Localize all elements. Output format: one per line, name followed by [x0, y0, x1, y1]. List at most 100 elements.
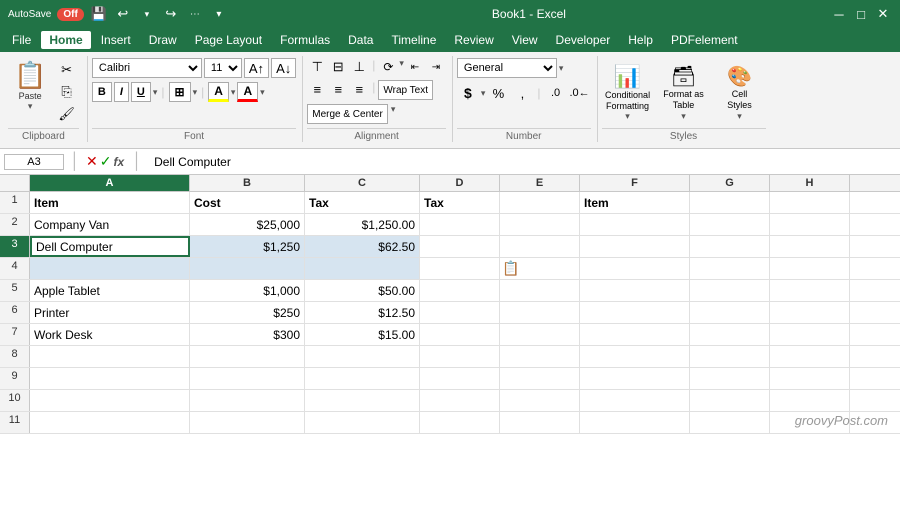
- cell-e8[interactable]: [500, 346, 580, 367]
- cell-h9[interactable]: [770, 368, 850, 389]
- cell-e10[interactable]: [500, 390, 580, 411]
- cell-b6[interactable]: $250: [190, 302, 305, 323]
- cell-c5[interactable]: $50.00: [305, 280, 420, 301]
- formula-input[interactable]: [150, 155, 896, 169]
- cell-f1[interactable]: Item: [580, 192, 690, 213]
- cell-f6[interactable]: [580, 302, 690, 323]
- indent-increase-button[interactable]: ⇥: [426, 58, 446, 76]
- cell-f7[interactable]: [580, 324, 690, 345]
- cut-button[interactable]: ✂: [54, 60, 79, 80]
- cell-a4[interactable]: [30, 258, 190, 279]
- confirm-formula-icon[interactable]: ✓: [100, 153, 112, 170]
- row-num-8[interactable]: 8: [0, 346, 30, 367]
- cell-e5[interactable]: [500, 280, 580, 301]
- cell-e11[interactable]: [500, 412, 580, 433]
- fill-color-button[interactable]: A: [208, 82, 229, 102]
- cell-reference-input[interactable]: A3: [4, 154, 64, 170]
- col-header-c[interactable]: C: [305, 175, 420, 191]
- menu-home[interactable]: Home: [41, 31, 90, 49]
- cell-a10[interactable]: [30, 390, 190, 411]
- cell-a11[interactable]: [30, 412, 190, 433]
- cell-d2[interactable]: [420, 214, 500, 235]
- cell-g9[interactable]: [690, 368, 770, 389]
- cell-e6[interactable]: [500, 302, 580, 323]
- font-family-select[interactable]: Calibri: [92, 58, 202, 78]
- cell-d7[interactable]: [420, 324, 500, 345]
- cell-b9[interactable]: [190, 368, 305, 389]
- cell-h3[interactable]: [770, 236, 850, 257]
- row-num-10[interactable]: 10: [0, 390, 30, 411]
- cell-f4[interactable]: [580, 258, 690, 279]
- paste-button[interactable]: 📋 Paste ▾: [8, 56, 52, 116]
- cell-h8[interactable]: [770, 346, 850, 367]
- row-num-9[interactable]: 9: [0, 368, 30, 389]
- cell-g6[interactable]: [690, 302, 770, 323]
- increase-font-button[interactable]: A↑: [244, 58, 269, 78]
- conditional-formatting-button[interactable]: 📊 ConditionalFormatting ▾: [602, 62, 654, 125]
- decrease-decimal-button[interactable]: .0←: [569, 84, 591, 102]
- border-dropdown[interactable]: ▾: [193, 87, 198, 98]
- cell-g7[interactable]: [690, 324, 770, 345]
- copy-button[interactable]: ⎘: [54, 82, 79, 102]
- cell-c3[interactable]: $62.50: [305, 236, 420, 257]
- cell-c11[interactable]: [305, 412, 420, 433]
- cell-b11[interactable]: [190, 412, 305, 433]
- col-header-d[interactable]: D: [420, 175, 500, 191]
- menu-view[interactable]: View: [504, 31, 546, 49]
- menu-developer[interactable]: Developer: [548, 31, 619, 49]
- cell-c6[interactable]: $12.50: [305, 302, 420, 323]
- cell-b7[interactable]: $300: [190, 324, 305, 345]
- col-header-h[interactable]: H: [770, 175, 850, 191]
- cell-h2[interactable]: [770, 214, 850, 235]
- col-header-g[interactable]: G: [690, 175, 770, 191]
- align-center-button[interactable]: ≡: [328, 80, 348, 98]
- cell-h4[interactable]: [770, 258, 850, 279]
- fill-dropdown[interactable]: ▾: [231, 87, 236, 98]
- number-format-select[interactable]: General: [457, 58, 557, 78]
- menu-data[interactable]: Data: [340, 31, 381, 49]
- percent-button[interactable]: %: [487, 84, 509, 102]
- underline-dropdown[interactable]: ▾: [153, 87, 158, 98]
- cell-e9[interactable]: [500, 368, 580, 389]
- border-button[interactable]: ⊞: [169, 82, 191, 102]
- merge-dropdown[interactable]: ▾: [391, 104, 396, 124]
- row-num-5[interactable]: 5: [0, 280, 30, 301]
- cell-e2[interactable]: [500, 214, 580, 235]
- cell-b2[interactable]: $25,000: [190, 214, 305, 235]
- minimize-icon[interactable]: ─: [830, 5, 848, 23]
- cell-f11[interactable]: [580, 412, 690, 433]
- cell-styles-button[interactable]: 🎨 CellStyles ▾: [714, 62, 766, 124]
- col-header-e[interactable]: E: [500, 175, 580, 191]
- align-middle-button[interactable]: ⊟: [328, 58, 348, 76]
- redo-icon[interactable]: ↪: [162, 5, 180, 23]
- dollar-button[interactable]: $: [457, 84, 479, 102]
- cell-a8[interactable]: [30, 346, 190, 367]
- undo-icon[interactable]: ↩: [114, 5, 132, 23]
- cell-g1[interactable]: [690, 192, 770, 213]
- row-num-7[interactable]: 7: [0, 324, 30, 345]
- orientation-dropdown[interactable]: ▾: [399, 58, 404, 76]
- number-format-dropdown[interactable]: ▾: [559, 63, 564, 74]
- menu-draw[interactable]: Draw: [141, 31, 185, 49]
- cell-f10[interactable]: [580, 390, 690, 411]
- autosave-toggle[interactable]: Off: [57, 8, 83, 21]
- cell-a6[interactable]: Printer: [30, 302, 190, 323]
- cell-g10[interactable]: [690, 390, 770, 411]
- cancel-formula-icon[interactable]: ✕: [86, 153, 98, 170]
- align-left-button[interactable]: ≡: [307, 80, 327, 98]
- indent-decrease-button[interactable]: ⇤: [405, 58, 425, 76]
- paste-dropdown-arrow[interactable]: ▾: [28, 101, 33, 112]
- cell-f5[interactable]: [580, 280, 690, 301]
- menu-file[interactable]: File: [4, 31, 39, 49]
- cell-b5[interactable]: $1,000: [190, 280, 305, 301]
- cell-g8[interactable]: [690, 346, 770, 367]
- format-as-table-dropdown[interactable]: ▾: [681, 111, 686, 122]
- menu-review[interactable]: Review: [446, 31, 501, 49]
- cell-c1[interactable]: Tax: [305, 192, 420, 213]
- paste-options-icon[interactable]: 📋: [502, 260, 519, 277]
- cell-a1[interactable]: Item: [30, 192, 190, 213]
- undo-dropdown-icon[interactable]: ▾: [138, 5, 156, 23]
- cell-c10[interactable]: [305, 390, 420, 411]
- cell-h7[interactable]: [770, 324, 850, 345]
- cell-styles-dropdown[interactable]: ▾: [737, 111, 742, 122]
